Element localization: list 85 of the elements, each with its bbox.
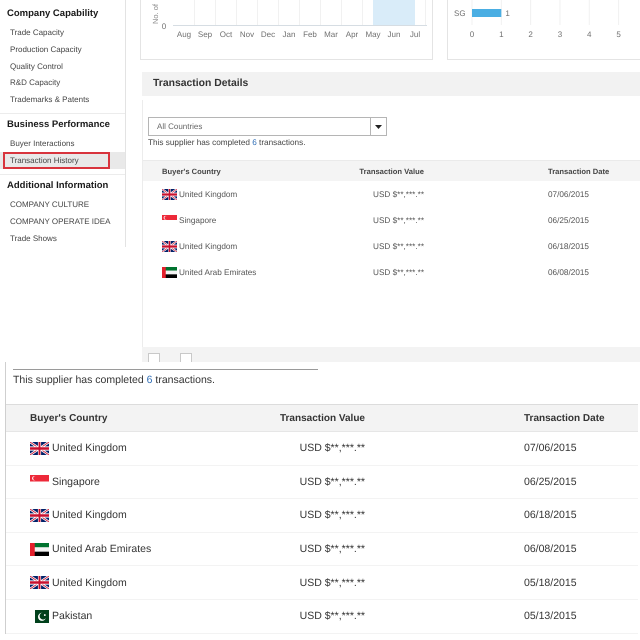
axis-tick-label: 1: [499, 30, 504, 39]
axis-tick-label: 3: [558, 30, 562, 39]
month-label: Jan: [282, 30, 296, 39]
sidebar-item[interactable]: COMPANY CULTURE: [0, 196, 125, 213]
flag-icon: [162, 240, 177, 252]
transaction-date: 06/25/2015: [524, 476, 577, 488]
transaction-value: USD $**,***.**: [373, 268, 424, 276]
category-label: SG: [454, 9, 466, 18]
sidebar-item[interactable]: Buyer Interactions: [0, 135, 125, 152]
transaction-value: USD $**,***.**: [300, 476, 365, 488]
country-name: United Arab Emirates: [52, 543, 152, 556]
page-button[interactable]: [180, 353, 192, 362]
axis-tick-label: 0: [470, 30, 474, 39]
summary-text: This supplier has completed 6 transactions.: [148, 138, 306, 148]
month-label: Feb: [303, 30, 317, 39]
sidebar-item[interactable]: Transaction History: [0, 152, 125, 169]
country-name: Singapore: [52, 476, 100, 488]
country-name: Pakistan: [52, 610, 92, 622]
column-header: Transaction Value: [280, 412, 365, 424]
summary-text: This supplier has completed 6 transactions.: [13, 374, 215, 387]
month-label: Aug: [176, 30, 192, 39]
country-name: United Kingdom: [52, 442, 127, 454]
flag-icon: [162, 266, 177, 278]
flag-icon: [30, 475, 49, 482]
country-name: United Kingdom: [179, 242, 238, 250]
transaction-date: 07/06/2015: [548, 190, 589, 198]
flag-icon: [30, 442, 49, 455]
transaction-value: USD $**,***.**: [300, 576, 365, 589]
transaction-value: USD $**,***.**: [300, 610, 365, 622]
flag-icon: [30, 508, 49, 522]
country-name: United Kingdom: [179, 190, 238, 198]
transaction-value: USD $**,***.**: [373, 242, 424, 250]
month-label: Mar: [324, 30, 338, 39]
transaction-date: 06/08/2015: [548, 268, 589, 276]
sidebar-item[interactable]: R&D Capacity: [0, 74, 125, 92]
transaction-date: 06/18/2015: [524, 509, 577, 522]
bar: [472, 9, 502, 17]
transaction-value: USD $**,***.**: [373, 190, 424, 198]
transaction-date: 06/25/2015: [548, 216, 589, 224]
month-label: Jun: [388, 30, 400, 39]
sidebar-heading: Business Performance: [6, 118, 110, 132]
sidebar-item[interactable]: COMPANY OPERATE IDEA: [0, 213, 125, 230]
column-header: Transaction Date: [524, 412, 605, 424]
flag-icon: [30, 542, 49, 556]
month-label: Jul: [410, 30, 420, 39]
section-header: Transaction Details: [142, 72, 640, 96]
flag-icon: [162, 188, 177, 200]
axis-tick-label: 0: [162, 22, 166, 31]
month-label: Oct: [220, 30, 232, 39]
transaction-date: 06/08/2015: [524, 543, 577, 556]
sidebar-item[interactable]: Trade Shows: [0, 230, 125, 246]
month-label: May: [365, 30, 381, 39]
country-name: United Kingdom: [52, 576, 127, 589]
transaction-date: 07/06/2015: [524, 442, 577, 454]
transaction-value: USD $**,***.**: [300, 442, 365, 454]
sidebar-item[interactable]: Production Capacity: [0, 41, 125, 58]
sidebar-heading: Company Capability: [6, 7, 98, 21]
transaction-value: USD $**,***.**: [300, 543, 365, 556]
caret-icon: [375, 124, 382, 128]
transaction-date: 05/13/2015: [524, 610, 577, 622]
flag-icon: [34, 610, 49, 623]
country-name: Singapore: [179, 216, 216, 224]
flag-icon: [162, 214, 177, 220]
sidebar-heading: Additional Information: [6, 178, 108, 193]
data-label: 1: [505, 9, 510, 18]
page-button[interactable]: [148, 353, 160, 362]
country-name: United Arab Emirates: [179, 268, 256, 276]
transaction-date: 06/18/2015: [548, 242, 589, 250]
transaction-value: USD $**,***.**: [373, 216, 424, 224]
sidebar-item[interactable]: Trade Capacity: [0, 24, 125, 42]
axis-tick-label: 5: [616, 30, 621, 39]
month-label: Dec: [260, 30, 276, 39]
axis-tick-label: 4: [587, 30, 592, 39]
month-label: Sep: [198, 30, 212, 39]
transaction-date: 05/18/2015: [524, 576, 577, 589]
flag-icon: [30, 576, 49, 590]
country-name: United Kingdom: [52, 509, 127, 522]
axis-tick-label: 2: [528, 30, 533, 39]
month-label: Nov: [240, 30, 254, 39]
country-dropdown[interactable]: All Countries: [148, 117, 387, 136]
sidebar-item[interactable]: Trademarks & Patents: [0, 91, 125, 108]
column-header: Buyer's Country: [30, 412, 108, 424]
sidebar-item[interactable]: Quality Control: [0, 58, 125, 75]
transaction-value: USD $**,***.**: [300, 509, 365, 522]
month-label: Apr: [346, 30, 358, 39]
